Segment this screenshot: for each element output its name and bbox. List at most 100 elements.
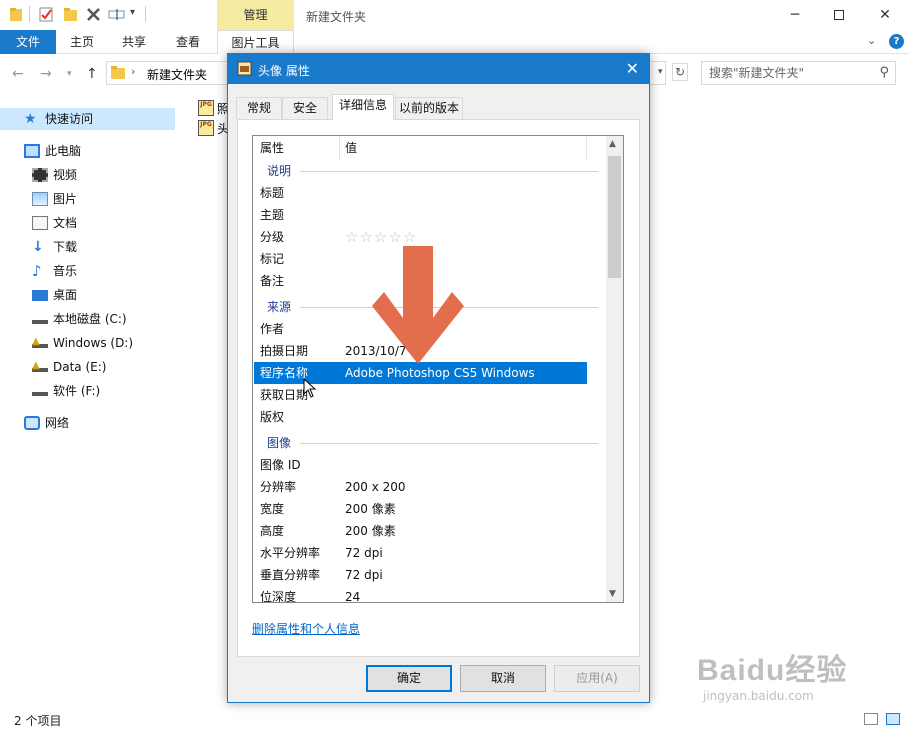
details-view-icon[interactable]: [864, 713, 878, 725]
sidebar-item-drive-d[interactable]: ▲ Windows (D:): [32, 332, 133, 354]
property-name: 宽度: [260, 502, 285, 516]
up-icon[interactable]: ↑: [86, 66, 98, 82]
status-bar: 2 个项目: [0, 708, 909, 733]
table-row[interactable]: 垂直分辨率 72 dpi: [254, 564, 587, 586]
drive-icon: [32, 386, 48, 396]
star-icon: ★: [24, 111, 37, 127]
folder-icon[interactable]: [9, 7, 24, 22]
table-row[interactable]: 位深度 24: [254, 586, 587, 603]
new-folder-icon[interactable]: [63, 7, 78, 22]
search-icon[interactable]: ⚲: [879, 62, 889, 84]
pictures-icon: [32, 192, 48, 206]
column-divider[interactable]: [339, 136, 340, 160]
sidebar-item-label: Windows (D:): [53, 336, 134, 350]
tab-share[interactable]: 共享: [110, 30, 158, 54]
table-row[interactable]: 水平分辨率 72 dpi: [254, 542, 587, 564]
table-row[interactable]: 分辨率 200 x 200: [254, 476, 587, 498]
sidebar-item-label: 软件 (F:): [53, 384, 101, 398]
tab-details[interactable]: 详细信息: [332, 94, 394, 120]
sidebar-item-label: Data (E:): [53, 360, 107, 374]
property-name: 标记: [260, 252, 285, 266]
refresh-icon[interactable]: ↻: [672, 63, 688, 81]
sidebar-item-drive-f[interactable]: 软件 (F:): [32, 380, 100, 402]
image-file-icon: [237, 61, 252, 79]
tab-security[interactable]: 安全: [282, 97, 328, 119]
property-name: 拍摄日期: [260, 344, 309, 358]
tab-home[interactable]: 主页: [58, 30, 106, 54]
search-input[interactable]: 搜索"新建文件夹" ⚲: [701, 61, 896, 85]
property-name: 主题: [260, 208, 285, 222]
forward-icon[interactable]: →: [40, 66, 52, 82]
tab-file[interactable]: 文件: [0, 30, 56, 54]
vertical-scrollbar[interactable]: ▲ ▼: [606, 136, 623, 602]
maximize-button[interactable]: [816, 0, 862, 30]
table-row[interactable]: 高度 200 像素: [254, 520, 587, 542]
sidebar-item-label: 视频: [53, 168, 78, 182]
tab-picture-tools[interactable]: 图片工具: [217, 30, 294, 54]
close-button[interactable]: ✕: [862, 0, 908, 30]
video-icon: [32, 168, 48, 182]
scroll-up-icon[interactable]: ▲: [609, 139, 616, 149]
list-item[interactable]: JPG 照: [198, 98, 229, 118]
apply-button[interactable]: 应用(A): [554, 665, 640, 692]
column-header-value[interactable]: 值: [345, 136, 357, 160]
delete-icon[interactable]: [86, 7, 101, 22]
remove-properties-link[interactable]: 删除属性和个人信息: [252, 620, 360, 637]
sidebar-item-quick-access[interactable]: ★ 快速访问: [0, 108, 175, 130]
scrollbar-thumb[interactable]: [608, 156, 621, 278]
property-value: 24: [345, 590, 361, 603]
sidebar-item-this-pc[interactable]: 此电脑: [24, 140, 81, 162]
rating-stars[interactable]: ☆☆☆☆☆: [345, 226, 417, 248]
table-row[interactable]: 版权: [254, 406, 587, 428]
sidebar-item-drive-c[interactable]: 本地磁盘 (C:): [32, 308, 127, 330]
tab-view[interactable]: 查看: [164, 30, 212, 54]
sidebar-item-label: 音乐: [53, 264, 78, 278]
table-row[interactable]: 分级 ☆☆☆☆☆: [254, 226, 587, 248]
properties-icon[interactable]: [39, 7, 54, 22]
table-row[interactable]: 标题: [254, 182, 587, 204]
sidebar-item-network[interactable]: 网络: [24, 412, 69, 434]
customize-qat-icon[interactable]: ▾: [130, 7, 135, 18]
tab-general[interactable]: 常规: [236, 97, 282, 119]
dialog-title-bar: 头像 属性 ✕: [228, 54, 649, 84]
address-dropdown-icon[interactable]: ▾: [658, 67, 663, 77]
dialog-title: 头像 属性: [258, 64, 310, 78]
sidebar-item-videos[interactable]: 视频: [32, 164, 77, 186]
rename-icon[interactable]: [108, 7, 126, 22]
property-list[interactable]: 属性 值 说明 标题 主题 分级 ☆☆☆☆☆ 标记 备注 来源 作者 拍摄日期 20…: [252, 135, 624, 603]
minimize-button[interactable]: ─: [772, 0, 818, 30]
scroll-down-icon[interactable]: ▼: [609, 589, 616, 599]
manage-contextual-tab[interactable]: 管理: [217, 0, 294, 31]
help-icon[interactable]: ?: [889, 34, 904, 49]
music-icon: ♪: [32, 262, 42, 280]
column-divider[interactable]: [586, 136, 587, 160]
property-name: 图像 ID: [260, 458, 301, 472]
watermark-brand: Baidu经验: [697, 654, 848, 687]
recent-locations-icon[interactable]: ▾: [67, 69, 72, 79]
list-item[interactable]: JPG 头: [198, 118, 229, 138]
network-icon: [24, 416, 40, 430]
sidebar-item-music[interactable]: ♪ 音乐: [32, 260, 77, 282]
property-name: 分级: [260, 230, 285, 244]
column-header-property[interactable]: 属性: [260, 136, 284, 160]
cancel-button[interactable]: 取消: [460, 665, 546, 692]
expand-ribbon-icon[interactable]: ⌄: [867, 34, 876, 47]
sidebar-item-desktop[interactable]: 桌面: [32, 284, 77, 306]
sidebar-item-documents[interactable]: 文档: [32, 212, 77, 234]
sidebar-item-pictures[interactable]: 图片: [32, 188, 77, 210]
back-icon[interactable]: ←: [12, 66, 24, 82]
ok-button[interactable]: 确定: [366, 665, 452, 692]
dialog-close-icon[interactable]: ✕: [626, 59, 639, 78]
sidebar-item-downloads[interactable]: ↓ 下载: [32, 236, 77, 258]
tab-previous-versions[interactable]: 以前的版本: [395, 97, 463, 119]
table-row[interactable]: 主题: [254, 204, 587, 226]
property-value: 72 dpi: [345, 546, 383, 560]
sidebar-item-drive-e[interactable]: ▲ Data (E:): [32, 356, 106, 378]
table-row[interactable]: 宽度 200 像素: [254, 498, 587, 520]
table-row[interactable]: 图像 ID: [254, 454, 587, 476]
breadcrumb[interactable]: 新建文件夹: [147, 66, 207, 83]
properties-dialog: 头像 属性 ✕ 常规 安全 详细信息 以前的版本 属性 值 说明 标题 主题 分…: [227, 53, 650, 703]
property-value: 200 像素: [345, 524, 396, 538]
watermark-url: jingyan.baidu.com: [703, 689, 814, 703]
large-icons-view-icon[interactable]: [886, 713, 900, 725]
